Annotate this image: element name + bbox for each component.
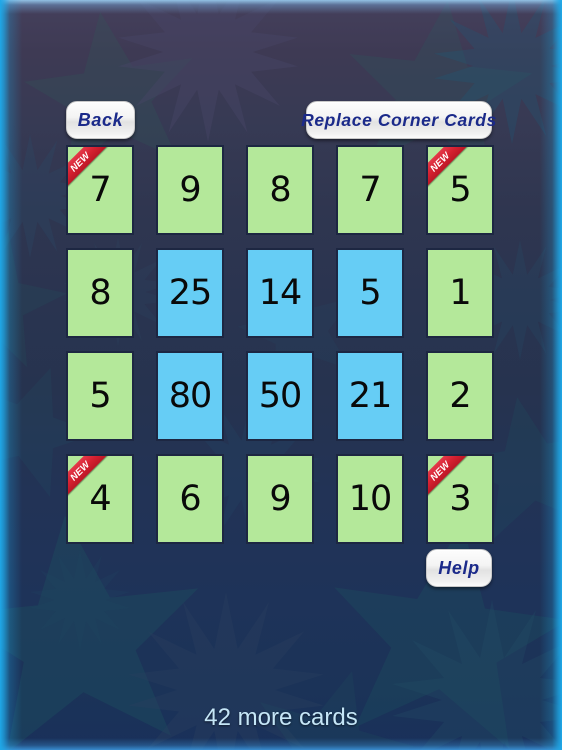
card[interactable]: 14 <box>246 248 314 338</box>
card[interactable]: 6 <box>156 454 224 544</box>
card-value: 5 <box>449 169 471 210</box>
card-value: 7 <box>359 169 381 210</box>
card[interactable]: 50 <box>246 351 314 441</box>
card-value: 7 <box>89 169 111 210</box>
card[interactable]: 9 <box>246 454 314 544</box>
card-value: 9 <box>269 478 291 519</box>
card[interactable]: 9 <box>156 145 224 235</box>
card-value: 80 <box>168 375 213 416</box>
card[interactable]: 25 <box>156 248 224 338</box>
card[interactable]: 8 <box>246 145 314 235</box>
card-value: 10 <box>348 478 393 519</box>
card-value: 50 <box>258 375 303 416</box>
card-value: 8 <box>89 272 111 313</box>
card-value: 14 <box>258 272 303 313</box>
card[interactable]: 10 <box>336 454 404 544</box>
card-value: 9 <box>179 169 201 210</box>
card-value: 2 <box>449 375 471 416</box>
replace-corner-cards-button[interactable]: Replace Corner Cards <box>301 101 496 139</box>
card-value: 21 <box>348 375 393 416</box>
card-value: 4 <box>89 478 111 519</box>
card-value: 3 <box>449 478 471 519</box>
card-value: 5 <box>359 272 381 313</box>
card[interactable]: NEW 3 <box>426 454 494 544</box>
card-value: 5 <box>89 375 111 416</box>
card[interactable]: NEW 5 <box>426 145 494 235</box>
card[interactable]: 5 <box>336 248 404 338</box>
card[interactable]: NEW 7 <box>66 145 134 235</box>
remaining-cards-status: 42 more cards <box>204 704 358 731</box>
card-value: 1 <box>449 272 471 313</box>
card[interactable]: NEW 4 <box>66 454 134 544</box>
game-screen: Back Replace Corner Cards NEW 7 9 8 7 NEW 5 8 25… <box>0 0 562 750</box>
card[interactable]: 7 <box>336 145 404 235</box>
card[interactable]: 5 <box>66 351 134 441</box>
card-value: 6 <box>179 478 201 519</box>
card[interactable]: 8 <box>66 248 134 338</box>
card-grid: NEW 7 9 8 7 NEW 5 8 25 14 5 1 5 80 50 21 2 NEW 4 6 9 10 NEW 3 <box>66 145 494 544</box>
card-value: 25 <box>168 272 213 313</box>
card[interactable]: 80 <box>156 351 224 441</box>
card[interactable]: 2 <box>426 351 494 441</box>
card-value: 8 <box>269 169 291 210</box>
help-button[interactable]: Help <box>426 549 492 587</box>
card[interactable]: 1 <box>426 248 494 338</box>
card[interactable]: 21 <box>336 351 404 441</box>
back-button[interactable]: Back <box>66 101 135 139</box>
